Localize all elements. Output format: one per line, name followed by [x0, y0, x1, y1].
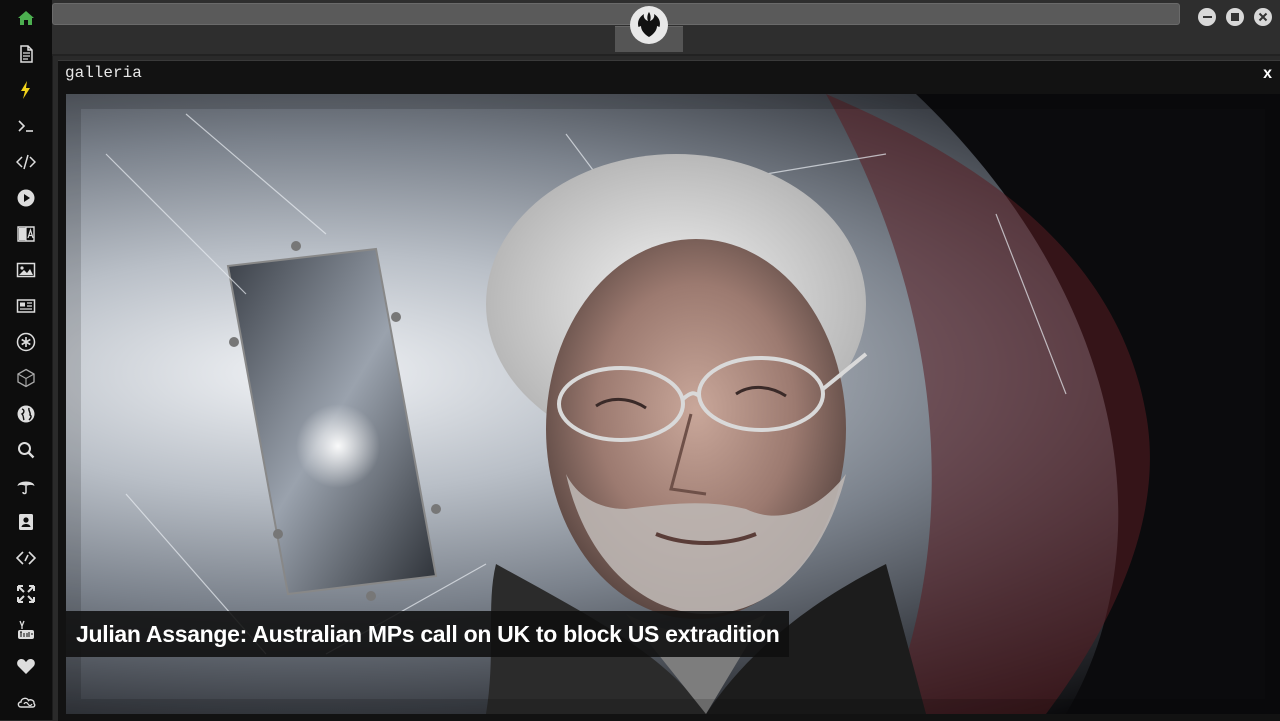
translate-icon	[16, 224, 36, 244]
minimize-button[interactable]	[1198, 8, 1216, 26]
sidebar-item-heart[interactable]	[0, 648, 52, 684]
logo[interactable]	[630, 6, 668, 44]
terminal-icon	[16, 116, 36, 136]
photo-caption: Julian Assange: Australian MPs call on U…	[66, 611, 790, 657]
sidebar-item-play[interactable]	[0, 180, 52, 216]
sidebar-item-lightning[interactable]	[0, 72, 52, 108]
play-icon	[17, 189, 35, 207]
heart-icon	[17, 659, 35, 674]
sidebar-item-newspaper[interactable]	[0, 288, 52, 324]
top-bar	[52, 0, 1280, 56]
address-bar[interactable]	[52, 3, 1180, 25]
sidebar-item-code[interactable]	[0, 144, 52, 180]
cube-icon	[16, 368, 36, 388]
search-icon	[16, 440, 36, 460]
maximize-button[interactable]	[1226, 8, 1244, 26]
sidebar-item-asterisk[interactable]	[0, 324, 52, 360]
close-icon	[1258, 12, 1268, 22]
sidebar	[0, 0, 53, 720]
contact-icon	[19, 514, 33, 530]
home-icon	[18, 11, 34, 25]
sidebar-item-cube[interactable]	[0, 360, 52, 396]
sidebar-item-search[interactable]	[0, 432, 52, 468]
sidebar-item-document[interactable]	[0, 36, 52, 72]
image-icon	[16, 260, 36, 280]
embed-icon	[16, 548, 36, 568]
sidebar-item-cloud[interactable]	[0, 684, 52, 720]
gallery-title: galleria	[65, 64, 142, 82]
lightning-icon	[21, 81, 30, 99]
sidebar-item-embed[interactable]	[0, 540, 52, 576]
sidebar-item-expand[interactable]	[0, 576, 52, 612]
gallery-window: galleria x Julian Assange: Australian MP…	[58, 60, 1280, 721]
document-icon	[16, 44, 36, 64]
sidebar-item-youtube[interactable]	[0, 612, 52, 648]
sidebar-item-translate[interactable]	[0, 216, 52, 252]
cloud-icon	[16, 692, 36, 712]
expand-icon	[16, 584, 36, 604]
minimize-icon	[1202, 16, 1212, 18]
sidebar-item-contact[interactable]	[0, 504, 52, 540]
asterisk-icon	[16, 332, 36, 352]
rebel-alliance-icon	[638, 12, 660, 37]
sidebar-item-image[interactable]	[0, 252, 52, 288]
umbrella-icon	[17, 481, 35, 496]
youtube-icon	[18, 620, 34, 639]
maximize-icon	[1231, 13, 1239, 21]
sidebar-item-globe[interactable]	[0, 396, 52, 432]
gallery-close-button[interactable]: x	[1263, 65, 1272, 83]
sidebar-item-terminal[interactable]	[0, 108, 52, 144]
code-icon	[16, 152, 36, 172]
sidebar-item-home[interactable]	[0, 0, 52, 36]
globe-icon	[17, 405, 35, 423]
sidebar-item-umbrella[interactable]	[0, 468, 52, 504]
newspaper-icon	[16, 296, 36, 316]
close-window-button[interactable]	[1254, 8, 1272, 26]
